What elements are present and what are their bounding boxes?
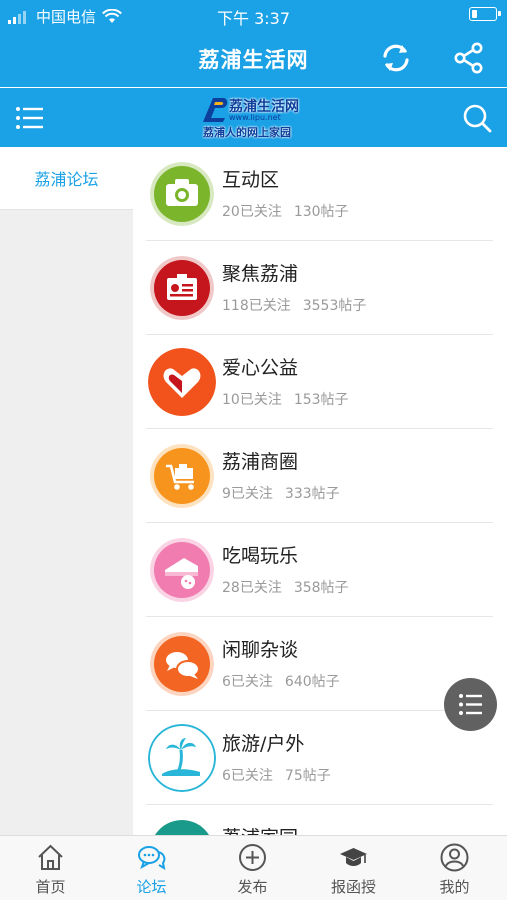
graduation-cap-icon	[340, 848, 367, 866]
post-count: 130帖子	[293, 204, 349, 220]
follower-count: 10已关注	[222, 392, 282, 408]
forum-name: 爱心公益	[222, 357, 299, 379]
tab-correspondence[interactable]: 报函授	[303, 836, 404, 901]
tab-label: 我的	[439, 878, 470, 896]
forum-list: 互动区 20已关注 130帖子 聚焦荔浦 118已关注 3553帖子 爱心公益 …	[133, 147, 507, 835]
logo-slogan: 荔浦人的网上家园	[203, 126, 291, 139]
sidebar: 荔浦论坛	[0, 147, 133, 835]
forum-row[interactable]: 互动区 20已关注 130帖子	[146, 147, 493, 241]
post-count: 3553帖子	[302, 298, 367, 314]
tab-label: 论坛	[136, 878, 167, 896]
forum-meta: 20已关注 130帖子	[222, 201, 349, 221]
heart-hand-icon	[148, 348, 216, 416]
follower-count: 6已关注	[222, 768, 273, 784]
forum-row[interactable]: 荔浦商圈 9已关注 333帖子	[146, 429, 493, 523]
home-icon	[38, 844, 63, 870]
follower-count: 6已关注	[222, 674, 273, 690]
tab-post[interactable]: 发布	[202, 836, 303, 901]
tab-me[interactable]: 我的	[404, 836, 505, 901]
chat-icon	[138, 846, 166, 871]
site-logo: 荔浦生活网 www.lipu.net 荔浦人的网上家园	[199, 94, 311, 142]
user-icon	[440, 843, 469, 872]
tab-home[interactable]: 首页	[0, 836, 101, 901]
tab-label: 报函授	[330, 878, 376, 896]
share-icon[interactable]	[450, 39, 488, 77]
sidebar-item-lipu-forum[interactable]: 荔浦论坛	[0, 147, 133, 210]
follower-count: 9已关注	[222, 486, 273, 502]
status-bar: 中国电信 下午 3:37	[0, 0, 507, 30]
forum-meta: 6已关注 640帖子	[222, 671, 340, 691]
id-card-icon	[150, 256, 214, 320]
follower-count: 28已关注	[222, 580, 282, 596]
follower-count: 118已关注	[222, 298, 291, 314]
tab-label: 发布	[237, 878, 268, 896]
home-icon	[150, 820, 214, 835]
refresh-icon[interactable]	[377, 39, 415, 77]
forum-meta: 10已关注 153帖子	[222, 389, 349, 409]
forum-meta: 9已关注 333帖子	[222, 483, 340, 503]
forum-meta: 118已关注 3553帖子	[222, 295, 366, 315]
forum-row[interactable]: 荔浦家园	[146, 805, 493, 835]
post-count: 153帖子	[293, 392, 349, 408]
forum-name: 闲聊杂谈	[222, 639, 299, 661]
forum-meta: 28已关注 358帖子	[222, 577, 349, 597]
forum-name: 聚焦荔浦	[222, 263, 299, 285]
list-icon	[459, 694, 482, 715]
chat-bubbles-icon	[150, 632, 214, 696]
follower-count: 20已关注	[222, 204, 282, 220]
tab-label: 首页	[35, 878, 66, 896]
battery-icon	[469, 7, 501, 21]
palm-tree-icon	[148, 724, 216, 792]
floating-menu-button[interactable]	[444, 678, 497, 731]
post-count: 75帖子	[284, 768, 331, 784]
forum-row[interactable]: 闲聊杂谈 6已关注 640帖子	[146, 617, 493, 711]
cake-icon	[150, 538, 214, 602]
tab-forum[interactable]: 论坛	[101, 836, 202, 901]
forum-row[interactable]: 旅游/户外 6已关注 75帖子	[146, 711, 493, 805]
forum-name: 吃喝玩乐	[222, 545, 299, 567]
post-count: 358帖子	[293, 580, 349, 596]
forum-name: 旅游/户外	[222, 733, 305, 755]
plus-circle-icon	[239, 844, 266, 871]
bottom-tab-bar: 首页 论坛 发布 报函授 我的	[0, 835, 507, 900]
logo-url: www.lipu.net	[229, 113, 281, 122]
status-time: 下午 3:37	[216, 9, 291, 28]
forum-name: 荔浦家园	[222, 823, 298, 835]
title-bar: 荔浦生活网	[0, 30, 507, 87]
forum-name: 互动区	[222, 169, 280, 191]
post-count: 333帖子	[284, 486, 340, 502]
forum-row[interactable]: 聚焦荔浦 118已关注 3553帖子	[146, 241, 493, 335]
toolbar: 荔浦生活网 www.lipu.net 荔浦人的网上家园	[0, 88, 507, 147]
post-count: 640帖子	[284, 674, 340, 690]
cart-icon	[150, 444, 214, 508]
logo-mark-icon	[203, 98, 228, 122]
camera-icon	[150, 162, 214, 226]
search-icon[interactable]	[461, 102, 493, 134]
forum-meta: 6已关注 75帖子	[222, 765, 331, 785]
page-title: 荔浦生活网	[198, 48, 309, 72]
forum-row[interactable]: 爱心公益 10已关注 153帖子	[146, 335, 493, 429]
forum-row[interactable]: 吃喝玩乐 28已关注 358帖子	[146, 523, 493, 617]
menu-icon[interactable]	[14, 102, 46, 134]
forum-name: 荔浦商圈	[222, 451, 299, 473]
